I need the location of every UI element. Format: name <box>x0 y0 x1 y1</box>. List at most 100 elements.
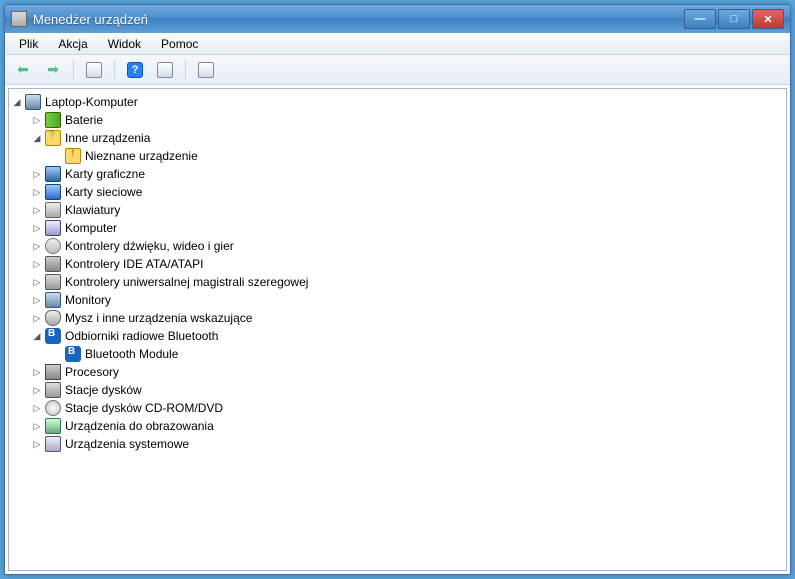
minimize-button[interactable]: — <box>684 9 716 29</box>
expander-icon[interactable]: ▷ <box>31 168 43 180</box>
help-icon: ? <box>127 62 143 78</box>
toolbar-separator <box>114 60 115 80</box>
node-label: Procesory <box>65 365 119 379</box>
expander-icon[interactable]: ▷ <box>31 420 43 432</box>
tree-node-kontrolery-dzwieku[interactable]: ▷ Kontrolery dźwięku, wideo i gier <box>31 237 784 255</box>
battery-icon <box>45 112 61 128</box>
app-icon <box>11 11 27 27</box>
expander-icon[interactable]: ▷ <box>31 438 43 450</box>
back-button[interactable]: ➡ <box>11 58 35 82</box>
help-button[interactable]: ? <box>123 58 147 82</box>
expander-icon[interactable]: ▷ <box>31 276 43 288</box>
arrow-right-icon: ➡ <box>47 61 59 78</box>
unknown-device-icon <box>65 148 81 164</box>
scan-icon <box>198 62 214 78</box>
node-label: Mysz i inne urządzenia wskazujące <box>65 311 252 325</box>
device-manager-window: Menedżer urządzeń — □ ✕ Plik Akcja Widok… <box>4 4 791 575</box>
tree-node-stacje-cd[interactable]: ▷ Stacje dysków CD-ROM/DVD <box>31 399 784 417</box>
tree-node-komputer[interactable]: ▷ Komputer <box>31 219 784 237</box>
cd-drive-icon <box>45 400 61 416</box>
arrow-left-icon: ➡ <box>17 61 29 78</box>
node-label: Klawiatury <box>65 203 120 217</box>
tree-node-karty-sieciowe[interactable]: ▷ Karty sieciowe <box>31 183 784 201</box>
tree-node-klawiatury[interactable]: ▷ Klawiatury <box>31 201 784 219</box>
expander-icon[interactable]: ▷ <box>31 186 43 198</box>
tree-node-karty-graficzne[interactable]: ▷ Karty graficzne <box>31 165 784 183</box>
expander-icon[interactable]: ▷ <box>31 222 43 234</box>
tree-content[interactable]: ◢ Laptop-Komputer ▷ Baterie ◢ Inne urząd… <box>8 88 787 571</box>
expander-icon[interactable]: ▷ <box>31 312 43 324</box>
menu-help[interactable]: Pomoc <box>153 35 206 53</box>
network-adapter-icon <box>45 184 61 200</box>
toolbar-separator <box>185 60 186 80</box>
expander-icon[interactable]: ◢ <box>31 132 43 144</box>
expander-icon[interactable]: ▷ <box>31 240 43 252</box>
expander-icon[interactable]: ▷ <box>31 114 43 126</box>
tree-node-bluetooth[interactable]: ◢ Odbiorniki radiowe Bluetooth <box>31 327 784 345</box>
expander-icon[interactable]: ◢ <box>11 96 23 108</box>
node-label: Kontrolery IDE ATA/ATAPI <box>65 257 204 271</box>
close-button[interactable]: ✕ <box>752 9 784 29</box>
maximize-button[interactable]: □ <box>718 9 750 29</box>
tree-node-kontrolery-usb[interactable]: ▷ Kontrolery uniwersalnej magistrali sze… <box>31 273 784 291</box>
node-label: Baterie <box>65 113 103 127</box>
node-label: Urządzenia do obrazowania <box>65 419 214 433</box>
tree-root[interactable]: ◢ Laptop-Komputer <box>11 93 784 111</box>
properties-button[interactable] <box>153 58 177 82</box>
window-title: Menedżer urządzeń <box>33 12 684 27</box>
tree-node-obrazowanie[interactable]: ▷ Urządzenia do obrazowania <box>31 417 784 435</box>
display-adapter-icon <box>45 166 61 182</box>
properties-icon <box>157 62 173 78</box>
tree-node-monitory[interactable]: ▷ Monitory <box>31 291 784 309</box>
imaging-device-icon <box>45 418 61 434</box>
window-controls: — □ ✕ <box>684 9 784 29</box>
tree-node-procesory[interactable]: ▷ Procesory <box>31 363 784 381</box>
node-label: Inne urządzenia <box>65 131 150 145</box>
bluetooth-icon <box>45 328 61 344</box>
expander-icon[interactable]: ▷ <box>31 366 43 378</box>
forward-button[interactable]: ➡ <box>41 58 65 82</box>
expander-icon[interactable]: ▷ <box>31 384 43 396</box>
menu-action[interactable]: Akcja <box>50 35 95 53</box>
cpu-icon <box>45 364 61 380</box>
monitor-icon <box>45 292 61 308</box>
node-label: Laptop-Komputer <box>45 95 138 109</box>
node-label: Odbiorniki radiowe Bluetooth <box>65 329 218 343</box>
menu-file[interactable]: Plik <box>11 35 46 53</box>
toolbar-separator <box>73 60 74 80</box>
node-label: Karty graficzne <box>65 167 145 181</box>
bluetooth-icon <box>65 346 81 362</box>
computer-category-icon <box>45 220 61 236</box>
tree-node-inne[interactable]: ◢ Inne urządzenia <box>31 129 784 147</box>
expander-icon[interactable]: ◢ <box>31 330 43 342</box>
titlebar[interactable]: Menedżer urządzeń — □ ✕ <box>5 5 790 33</box>
tree-node-kontrolery-ide[interactable]: ▷ Kontrolery IDE ATA/ATAPI <box>31 255 784 273</box>
expander-icon[interactable]: ▷ <box>31 294 43 306</box>
menu-view[interactable]: Widok <box>100 35 149 53</box>
expander-icon[interactable]: ▷ <box>31 258 43 270</box>
other-devices-icon <box>45 130 61 146</box>
expander-icon[interactable]: ▷ <box>31 204 43 216</box>
ide-controller-icon <box>45 256 61 272</box>
node-label: Nieznane urządzenie <box>85 149 198 163</box>
usb-controller-icon <box>45 274 61 290</box>
toolbar: ➡ ➡ ? <box>5 55 790 85</box>
node-label: Bluetooth Module <box>85 347 178 361</box>
node-label: Kontrolery uniwersalnej magistrali szere… <box>65 275 308 289</box>
scan-hardware-button[interactable] <box>194 58 218 82</box>
tree-node-systemowe[interactable]: ▷ Urządzenia systemowe <box>31 435 784 453</box>
tree-node-baterie[interactable]: ▷ Baterie <box>31 111 784 129</box>
expander-icon[interactable]: ▷ <box>31 402 43 414</box>
menubar: Plik Akcja Widok Pomoc <box>5 33 790 55</box>
node-label: Komputer <box>65 221 117 235</box>
node-label: Karty sieciowe <box>65 185 142 199</box>
tree-icon <box>86 62 102 78</box>
show-hide-tree-button[interactable] <box>82 58 106 82</box>
sound-controller-icon <box>45 238 61 254</box>
tree-node-mysz[interactable]: ▷ Mysz i inne urządzenia wskazujące <box>31 309 784 327</box>
tree-node-bt-module[interactable]: ▷ Bluetooth Module <box>51 345 784 363</box>
tree-node-nieznane[interactable]: ▷ Nieznane urządzenie <box>51 147 784 165</box>
node-label: Urządzenia systemowe <box>65 437 189 451</box>
tree-node-stacje-dyskow[interactable]: ▷ Stacje dysków <box>31 381 784 399</box>
device-tree: ◢ Laptop-Komputer ▷ Baterie ◢ Inne urząd… <box>11 93 784 453</box>
